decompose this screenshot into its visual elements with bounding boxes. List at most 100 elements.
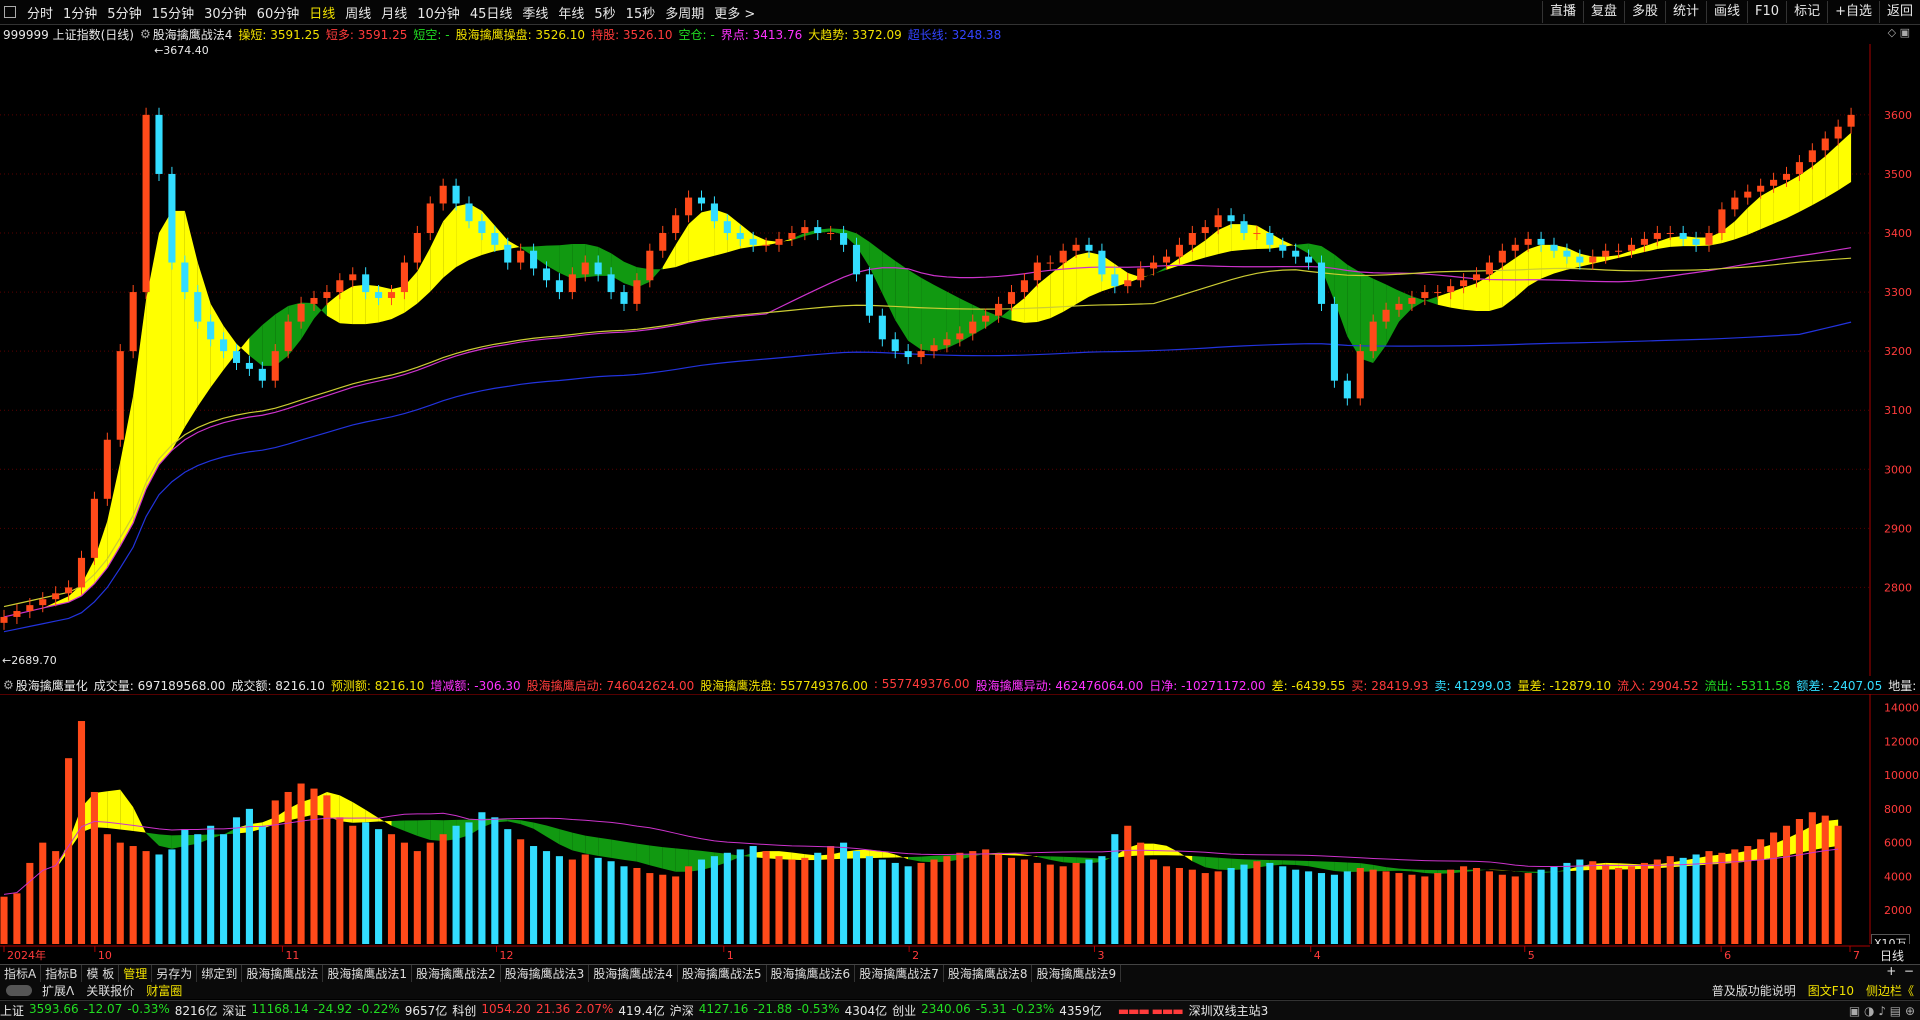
index-name[interactable]: 沪深 (670, 1002, 694, 1019)
window-icon[interactable] (4, 6, 16, 18)
candle-body (1046, 262, 1054, 264)
indicator-tab-15[interactable]: 股海擒鹰战法9 (1032, 965, 1122, 982)
tool-button-0[interactable]: 直播 (1541, 1, 1583, 23)
candle-body (1460, 280, 1468, 287)
period-13[interactable]: 5秒 (589, 3, 620, 22)
tool-button-1[interactable]: 复盘 (1582, 1, 1624, 23)
candle-body (775, 238, 783, 245)
candle-body (1821, 138, 1829, 151)
index-price: 3593.66 (29, 1002, 79, 1016)
indicator-tab-0[interactable]: 指标A (0, 965, 42, 982)
indicator-name[interactable]: 股海擒鹰战法4 (153, 26, 233, 43)
period-7[interactable]: 周线 (340, 3, 376, 22)
indicator-tab-11[interactable]: 股海擒鹰战法5 (678, 965, 767, 982)
indicator-tab-9[interactable]: 股海擒鹰战法3 (501, 965, 590, 982)
indicator-tab-10[interactable]: 股海擒鹰战法4 (589, 965, 678, 982)
volume-bar (1305, 871, 1313, 944)
period-5[interactable]: 60分钟 (252, 3, 305, 22)
tool-button-3[interactable]: 统计 (1665, 1, 1706, 23)
volume-legend-item: 流出: -5311.58 (1704, 678, 1791, 693)
indicator-tab-14[interactable]: 股海擒鹰战法8 (944, 965, 1033, 982)
period-15[interactable]: 多周期 (660, 3, 709, 22)
indicator-tab-1[interactable]: 指标B (41, 965, 83, 982)
candle-body (917, 351, 925, 358)
candle-body (517, 250, 525, 263)
index-name[interactable]: 上证 (0, 1002, 24, 1019)
candle-body (982, 315, 990, 322)
price-tick-label: 2800 (1884, 581, 1912, 594)
volume-legend-item: 增减额: -306.30 (430, 678, 521, 693)
volume-bar (116, 842, 124, 944)
volume-bar (1511, 876, 1519, 944)
main-price-chart[interactable]: 2800 2900 3000 3100 3200 3300 3400 3500 3600 ←367… (0, 44, 1920, 676)
candle-body (685, 197, 693, 216)
tool-button-8[interactable]: 返回 (1878, 1, 1920, 23)
tab-nav-icon[interactable]: + − (1886, 964, 1914, 978)
period-11[interactable]: 季线 (517, 3, 553, 22)
period-6[interactable]: 日线 (304, 3, 340, 22)
tool-button-2[interactable]: 多股 (1623, 1, 1665, 23)
indicator-tab-5[interactable]: 绑定到 (197, 965, 243, 982)
index-chg: -21.88 (753, 1002, 793, 1016)
period-10[interactable]: 45日线 (465, 3, 518, 22)
indicator-gear-icon[interactable]: ⚙ (140, 27, 151, 41)
candle-body (26, 605, 34, 612)
indicator-gear-icon[interactable]: ⚙ (3, 678, 14, 692)
tool-button-7[interactable]: +自选 (1827, 1, 1879, 23)
candle-body (245, 362, 253, 369)
candle-body (1253, 233, 1261, 235)
period-0[interactable]: 分时 (22, 3, 58, 22)
wealth-circle-button[interactable]: 财富圈 (140, 982, 188, 999)
candle-body (310, 297, 318, 304)
volume-bar (1124, 825, 1132, 944)
candle-body (1240, 221, 1248, 234)
related-quote-button[interactable]: 关联报价 (80, 982, 140, 999)
indicator-tab-12[interactable]: 股海擒鹰战法6 (767, 965, 856, 982)
volume-bar (413, 851, 421, 944)
indicator-tabs: 指标A 指标B 模 板管理 另存为 绑定到 股海擒鹰战法 股海擒鹰战法1 股海擒鹰战法2 股海擒… (0, 964, 1920, 982)
period-3[interactable]: 15分钟 (147, 3, 200, 22)
help-link[interactable]: 普及版功能说明 (1706, 982, 1802, 999)
indicator-tab-8[interactable]: 股海擒鹰战法2 (412, 965, 501, 982)
indicator-tab-3[interactable]: 管理 (119, 965, 153, 982)
candle-body (865, 274, 873, 316)
chart-options-icon[interactable]: ◇ ▣ (1888, 26, 1910, 39)
sidebar-toggle[interactable]: 侧边栏《 (1860, 982, 1920, 999)
volume-indicator-name[interactable]: 股海擒鹰量化 (16, 677, 88, 694)
volume-chart[interactable]: 2000 4000 6000 8000 10000 12000 14000 (0, 694, 1920, 944)
main-legend-item: 操短: 3591.25 (238, 27, 320, 42)
period-16[interactable]: 更多 > (709, 3, 760, 22)
indicator-tab-7[interactable]: 股海擒鹰战法1 (323, 965, 412, 982)
period-12[interactable]: 年线 (553, 3, 589, 22)
index-name[interactable]: 科创 (452, 1002, 476, 1019)
tool-button-5[interactable]: F10 (1747, 1, 1786, 23)
expand-button[interactable]: 扩展Λ (36, 982, 80, 999)
f10-link[interactable]: 图文F10 (1802, 982, 1860, 999)
trend-ribbon-segment (378, 286, 392, 323)
toggle-switch[interactable] (6, 985, 32, 996)
tool-button-4[interactable]: 画线 (1706, 1, 1747, 23)
period-8[interactable]: 月线 (376, 3, 412, 22)
period-2[interactable]: 5分钟 (102, 3, 146, 22)
volume-bar (349, 825, 357, 944)
volume-tick-label: 2000 (1884, 904, 1912, 917)
indicator-tab-6[interactable]: 股海擒鹰战法 (242, 965, 324, 982)
period-4[interactable]: 30分钟 (199, 3, 252, 22)
status-icons[interactable]: ▣ ◑ ♪ ▤ ⊕ (1849, 1004, 1915, 1018)
index-name[interactable]: 深证 (222, 1002, 246, 1019)
volume-tick-label: 6000 (1884, 837, 1912, 850)
indicator-tab-13[interactable]: 股海擒鹰战法7 (855, 965, 944, 982)
candle-body (1627, 244, 1636, 251)
index-price: 2340.06 (921, 1002, 971, 1016)
indicator-tab-4[interactable]: 另存为 (152, 965, 198, 982)
indicator-tab-2[interactable]: 模 板 (82, 965, 120, 982)
candle-body (995, 303, 1003, 316)
tool-button-6[interactable]: 标记 (1786, 1, 1827, 23)
index-name[interactable]: 创业 (892, 1002, 916, 1019)
period-14[interactable]: 15秒 (621, 3, 661, 22)
period-9[interactable]: 10分钟 (412, 3, 465, 22)
price-tick-label: 3100 (1884, 404, 1912, 417)
volume-bar (568, 859, 576, 944)
candle-body (1020, 280, 1028, 293)
period-1[interactable]: 1分钟 (58, 3, 102, 22)
